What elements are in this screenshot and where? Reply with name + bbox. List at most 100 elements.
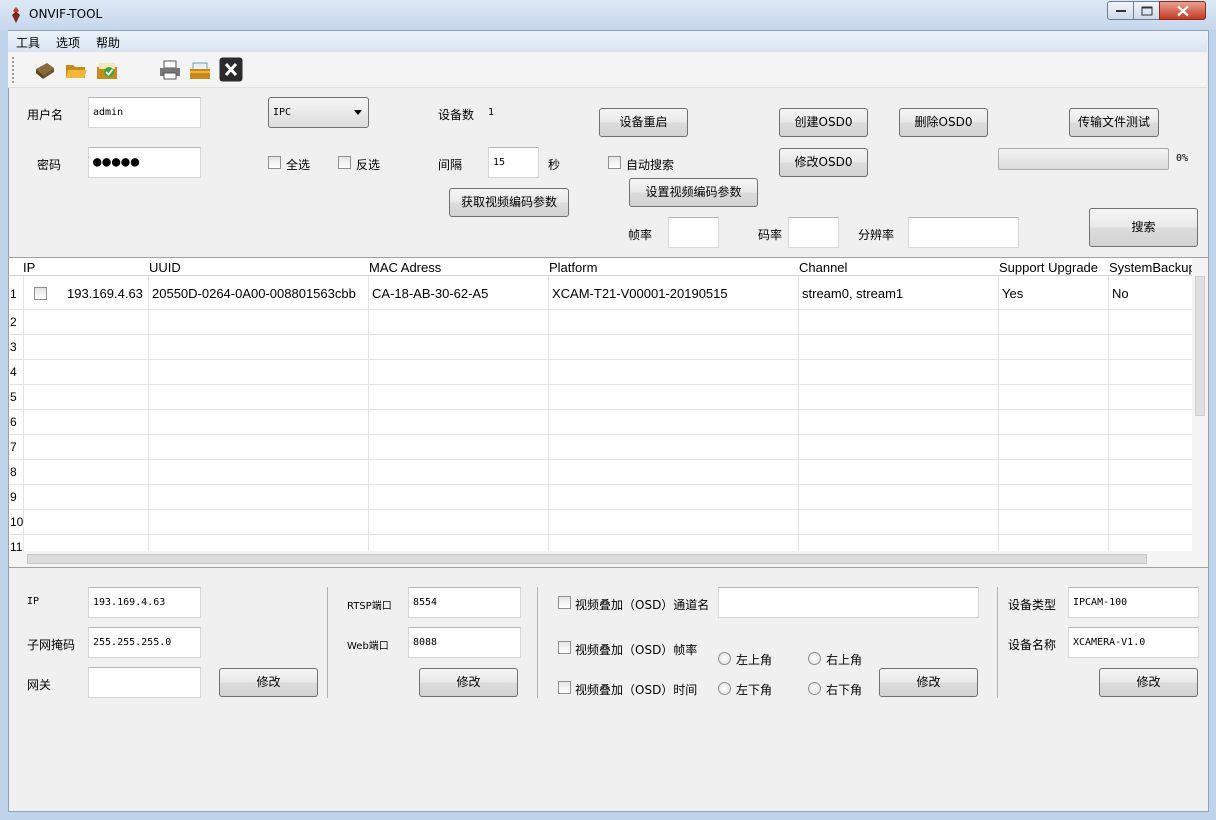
gateway-field[interactable] (88, 667, 201, 698)
auto-search-checkbox[interactable] (608, 156, 621, 169)
tool-icon[interactable] (33, 59, 57, 81)
row-number: 8 (10, 465, 17, 479)
table-row[interactable]: 10 (9, 510, 1192, 535)
interval-unit: 秒 (548, 158, 561, 172)
invert-select-label: 反选 (356, 158, 381, 172)
menu-tools[interactable]: 工具 (16, 34, 40, 51)
select-all-checkbox[interactable] (268, 156, 281, 169)
modify-ports-button[interactable]: 修改 (419, 668, 518, 697)
osd-channel-name-field[interactable] (718, 587, 979, 618)
divider (327, 587, 328, 698)
create-osd-button[interactable]: 创建OSD0 (779, 108, 868, 137)
cell-uuid: 20550D-0264-0A00-008801563cbb (152, 286, 356, 301)
menu-options[interactable]: 选项 (56, 34, 80, 51)
app-icon (12, 7, 20, 23)
table-row[interactable]: 7 (9, 435, 1192, 460)
set-video-params-button[interactable]: 设置视频编码参数 (629, 178, 758, 207)
column-header-mac[interactable]: MAC Adress (369, 260, 441, 275)
username-label: 用户名 (27, 108, 64, 122)
row-number: 1 (10, 287, 17, 301)
vertical-scrollbar[interactable] (1192, 258, 1208, 552)
osd-channel-name-checkbox[interactable] (558, 596, 571, 609)
osd-framerate-label: 视频叠加（OSD）帧率 (575, 643, 698, 657)
get-video-params-button[interactable]: 获取视频编码参数 (449, 188, 569, 217)
osd-time-checkbox[interactable] (558, 681, 571, 694)
modify-network-button[interactable]: 修改 (219, 668, 318, 697)
column-header-channel[interactable]: Channel (799, 260, 847, 275)
table-row[interactable]: 4 (9, 360, 1192, 385)
table-row[interactable]: 9 (9, 485, 1192, 510)
invert-select-checkbox[interactable] (338, 156, 351, 169)
table-row[interactable]: 3 (9, 335, 1192, 360)
web-port-field[interactable]: 8088 (408, 627, 521, 658)
close-window-button[interactable] (1159, 1, 1206, 20)
subnet-mask-field[interactable]: 255.255.255.0 (88, 627, 201, 658)
folder-tray-icon[interactable] (188, 59, 212, 81)
resolution-field[interactable] (908, 217, 1019, 248)
vertical-scroll-thumb[interactable] (1195, 276, 1205, 416)
bottom-right-radio[interactable] (808, 682, 821, 695)
menu-help[interactable]: 帮助 (96, 34, 120, 51)
select-all-label: 全选 (286, 158, 311, 172)
maximize-icon (1141, 6, 1152, 15)
column-header-platform[interactable]: Platform (549, 260, 597, 275)
minimize-button[interactable] (1107, 1, 1134, 20)
username-field[interactable]: admin (88, 97, 201, 128)
table-row[interactable]: 5 (9, 385, 1192, 410)
column-header-uuid[interactable]: UUID (149, 260, 181, 275)
interval-field[interactable]: 15 (488, 147, 539, 178)
bitrate-field[interactable] (788, 217, 839, 248)
password-field[interactable]: ●●●●● (88, 147, 201, 178)
ip-field[interactable]: 193.169.4.63 (88, 587, 201, 618)
device-type-field[interactable]: IPCAM-100 (1068, 587, 1199, 618)
table-row[interactable]: 6 (9, 410, 1192, 435)
rtsp-port-field[interactable]: 8554 (408, 587, 521, 618)
device-grid[interactable]: IP UUID MAC Adress Platform Channel Supp… (8, 257, 1209, 568)
open-folder-icon[interactable] (64, 59, 88, 81)
device-type-label: 设备类型 (1008, 598, 1057, 612)
title-bar[interactable] (0, 0, 1216, 30)
modify-device-info-button[interactable]: 修改 (1099, 668, 1198, 697)
file-transfer-test-button[interactable]: 传输文件测试 (1069, 108, 1159, 137)
osd-channel-name-label: 视频叠加（OSD）通道名 (575, 598, 710, 612)
top-right-radio[interactable] (808, 652, 821, 665)
device-name-field[interactable]: XCAMERA-V1.0 (1068, 627, 1199, 658)
column-header-support-upgrade[interactable]: Support Upgrade (999, 260, 1098, 275)
grid-header: IP UUID MAC Adress Platform Channel Supp… (9, 258, 1196, 276)
table-row[interactable]: 2 (9, 310, 1192, 335)
horizontal-scroll-thumb[interactable] (27, 554, 1147, 564)
row-number: 5 (10, 390, 17, 404)
horizontal-scrollbar[interactable] (9, 551, 1208, 567)
bitrate-label: 码率 (758, 228, 783, 242)
maximize-button[interactable] (1133, 1, 1160, 20)
table-row[interactable]: 1 193.169.4.63 20550D-0264-0A00-00880156… (9, 276, 1192, 310)
cell-channel: stream0, stream1 (802, 286, 904, 301)
rtsp-port-label: RTSP端口 (347, 601, 392, 612)
row-number: 9 (10, 490, 17, 504)
column-header-ip[interactable]: IP (23, 260, 35, 275)
progress-bar (998, 148, 1169, 170)
printer-icon[interactable] (158, 59, 182, 81)
check-icon[interactable] (95, 59, 119, 81)
top-left-radio[interactable] (718, 652, 731, 665)
framerate-field[interactable] (668, 217, 719, 248)
delete-osd-button[interactable]: 删除OSD0 (899, 108, 988, 137)
device-type-select[interactable]: IPC (268, 97, 369, 128)
cell-platform: XCAM-T21-V00001-20190515 (552, 286, 728, 301)
close-icon[interactable] (219, 57, 243, 82)
row-checkbox[interactable] (34, 287, 47, 300)
osd-framerate-checkbox[interactable] (558, 641, 571, 654)
search-button[interactable]: 搜索 (1089, 208, 1198, 247)
cell-system-backup: No (1112, 286, 1129, 301)
reboot-button[interactable]: 设备重启 (599, 108, 688, 137)
table-row[interactable]: 8 (9, 460, 1192, 485)
divider (537, 587, 538, 698)
bottom-left-radio[interactable] (718, 682, 731, 695)
modify-osd-button[interactable]: 修改OSD0 (779, 148, 868, 177)
toolbar-grip[interactable] (12, 57, 15, 83)
column-header-system-backup[interactable]: SystemBackup (1109, 260, 1196, 275)
chevron-down-icon (354, 110, 362, 115)
modify-osd-settings-button[interactable]: 修改 (879, 668, 978, 697)
web-port-label: Web端口 (347, 641, 389, 652)
minimize-icon (1115, 9, 1126, 12)
